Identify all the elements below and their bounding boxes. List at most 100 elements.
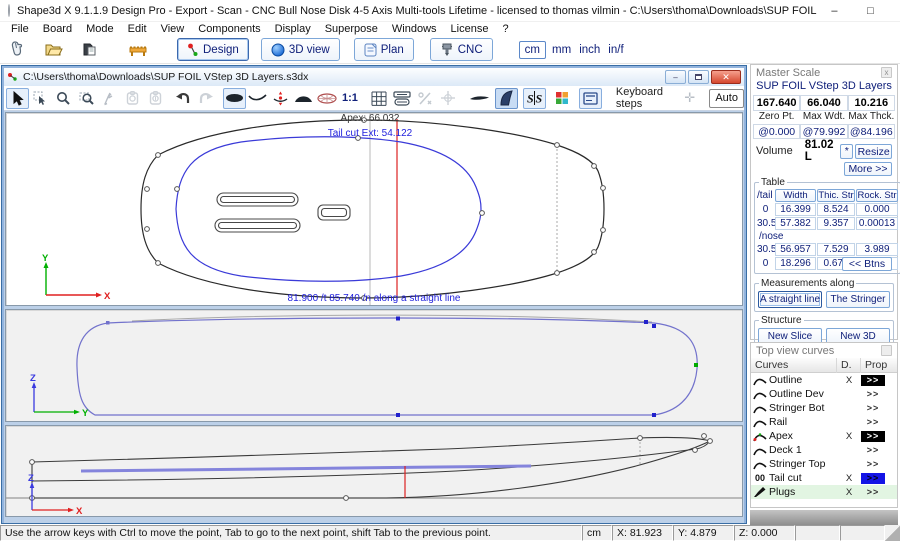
close-icon[interactable]: ✕ — [888, 0, 900, 22]
master-scale-close-icon[interactable]: x — [881, 67, 892, 78]
more-button[interactable]: More >> — [844, 162, 892, 176]
select-arrow-tool[interactable] — [6, 88, 29, 109]
prop-button[interactable]: >> — [861, 487, 885, 498]
slice-view-icon[interactable] — [269, 88, 292, 109]
cnc-button[interactable]: CNC — [430, 38, 493, 61]
doc-minimize-icon[interactable]: – — [665, 70, 686, 84]
slice-curve[interactable] — [77, 318, 697, 415]
width-value[interactable]: 66.040 — [800, 95, 847, 111]
curve-row-stringer-bot[interactable]: Stringer Bot >> — [751, 401, 897, 415]
machine-bed-icon[interactable] — [125, 38, 151, 62]
unit-inch[interactable]: inch — [575, 44, 604, 56]
board-outline-curve[interactable] — [141, 120, 604, 298]
btns-toggle-button[interactable]: << Btns — [842, 257, 892, 271]
curve-row-rail[interactable]: Rail >> — [751, 415, 897, 429]
import-file-icon[interactable] — [77, 38, 103, 62]
zoom-tool[interactable] — [52, 88, 75, 109]
board-profile-icon[interactable] — [468, 88, 491, 109]
curve-row-plugs[interactable]: Plugs X >> — [751, 485, 897, 499]
marquee-select-tool[interactable] — [29, 88, 52, 109]
measure-icon[interactable] — [414, 88, 437, 109]
prop-button[interactable]: >> — [861, 389, 885, 400]
width-col-button[interactable]: Width — [775, 189, 816, 202]
auto-button[interactable]: Auto — [709, 89, 744, 108]
curve-row-deck-1[interactable]: Deck 1 >> — [751, 443, 897, 457]
curve-row-tail-cut[interactable]: 00 Tail cut X >> — [751, 471, 897, 485]
resize-grip[interactable] — [885, 525, 900, 541]
rocker-view-icon[interactable] — [246, 88, 269, 109]
fin-box-slots[interactable] — [215, 193, 350, 232]
prop-button[interactable]: >> — [861, 473, 885, 484]
menu-mode[interactable]: Mode — [79, 23, 121, 35]
properties-panel-icon[interactable] — [579, 88, 602, 109]
prop-button[interactable]: >> — [861, 375, 885, 386]
deck-view-icon[interactable] — [292, 88, 315, 109]
prop-button[interactable]: >> — [861, 445, 885, 456]
prop-button[interactable]: >> — [861, 403, 885, 414]
resize-button[interactable]: Resize — [855, 144, 892, 159]
menu-board[interactable]: Board — [36, 23, 79, 35]
curves-panel-button[interactable] — [881, 345, 892, 356]
curves-col-header[interactable]: Curves — [751, 358, 837, 373]
menu-components[interactable]: Components — [191, 23, 267, 35]
s-s-curvature-icon[interactable]: SS — [523, 88, 546, 109]
zoom-area-tool[interactable] — [75, 88, 98, 109]
unit-inf[interactable]: in/f — [604, 44, 627, 56]
length-value[interactable]: 167.640 — [753, 95, 800, 111]
doc-close-icon[interactable]: ✕ — [711, 70, 741, 84]
curve-row-apex[interactable]: Apex X >> — [751, 429, 897, 443]
wireframe-view-icon[interactable] — [315, 88, 338, 109]
3d-view-button[interactable]: 3D view — [261, 38, 340, 61]
design-mode-button[interactable]: Design — [177, 38, 249, 61]
star-button[interactable]: * — [840, 144, 853, 159]
menu-windows[interactable]: Windows — [385, 23, 444, 35]
open-folder-icon[interactable] — [41, 38, 67, 62]
rock-str-col-button[interactable]: Rock. Str — [856, 189, 898, 202]
outline-view-icon[interactable] — [223, 88, 246, 109]
prop-button[interactable]: >> — [861, 459, 885, 470]
straight-line-button[interactable]: A straight line — [758, 291, 822, 308]
scale-1-1-button[interactable]: 1:1 — [338, 92, 362, 104]
copy-slice-tool[interactable] — [121, 88, 144, 109]
profile-view-panel[interactable]: Z X — [5, 425, 743, 517]
fin-tool-icon[interactable] — [495, 88, 518, 109]
crosshair-icon[interactable] — [437, 88, 460, 109]
stringer-button[interactable]: The Stringer — [826, 291, 890, 308]
prop-col-header[interactable]: Prop — [861, 358, 891, 373]
menu-help[interactable]: ? — [495, 23, 515, 35]
doc-restore-icon[interactable] — [688, 70, 709, 84]
curve-row-outline[interactable]: Outline X >> — [751, 373, 897, 387]
curve-row-outline-dev[interactable]: Outline Dev >> — [751, 387, 897, 401]
grid-settings-icon[interactable] — [391, 88, 414, 109]
deck-profile-curve[interactable] — [32, 437, 710, 462]
menu-file[interactable]: File — [4, 23, 36, 35]
d-col-header[interactable]: D. — [837, 358, 861, 373]
paste-slice-tool[interactable] — [144, 88, 167, 109]
redo-icon[interactable] — [194, 88, 217, 109]
max-wdt-value[interactable]: @79.992 — [800, 124, 847, 139]
menu-edit[interactable]: Edit — [121, 23, 154, 35]
maximize-icon[interactable]: □ — [852, 0, 888, 22]
stringer-curve[interactable] — [32, 441, 710, 481]
pan-tool[interactable] — [98, 88, 121, 109]
minimize-icon[interactable]: – — [816, 0, 852, 22]
control-points[interactable] — [145, 118, 606, 301]
menu-view[interactable]: View — [154, 23, 192, 35]
menu-display[interactable]: Display — [268, 23, 318, 35]
unit-mm[interactable]: mm — [548, 44, 575, 56]
unit-cm[interactable]: cm — [519, 41, 546, 59]
slice-control-points[interactable] — [106, 317, 698, 418]
top-view-panel[interactable]: Apex: 66.032 Tail cut Ext: 54.122 81.900… — [5, 112, 743, 306]
colors-icon[interactable] — [551, 88, 574, 109]
curve-row-stringer-top[interactable]: Stringer Top >> — [751, 457, 897, 471]
pointer-tool-icon[interactable] — [4, 38, 30, 62]
max-thck-value[interactable]: @84.196 — [848, 124, 895, 139]
plan-button[interactable]: Plan — [354, 38, 414, 61]
menu-license[interactable]: License — [444, 23, 496, 35]
zero-pt-value[interactable]: @0.000 — [753, 124, 800, 139]
menu-superpose[interactable]: Superpose — [318, 23, 385, 35]
grid-icon[interactable] — [368, 88, 391, 109]
undo-icon[interactable] — [171, 88, 194, 109]
prop-button[interactable]: >> — [861, 417, 885, 428]
thic-str-col-button[interactable]: Thic. Str — [817, 189, 855, 202]
